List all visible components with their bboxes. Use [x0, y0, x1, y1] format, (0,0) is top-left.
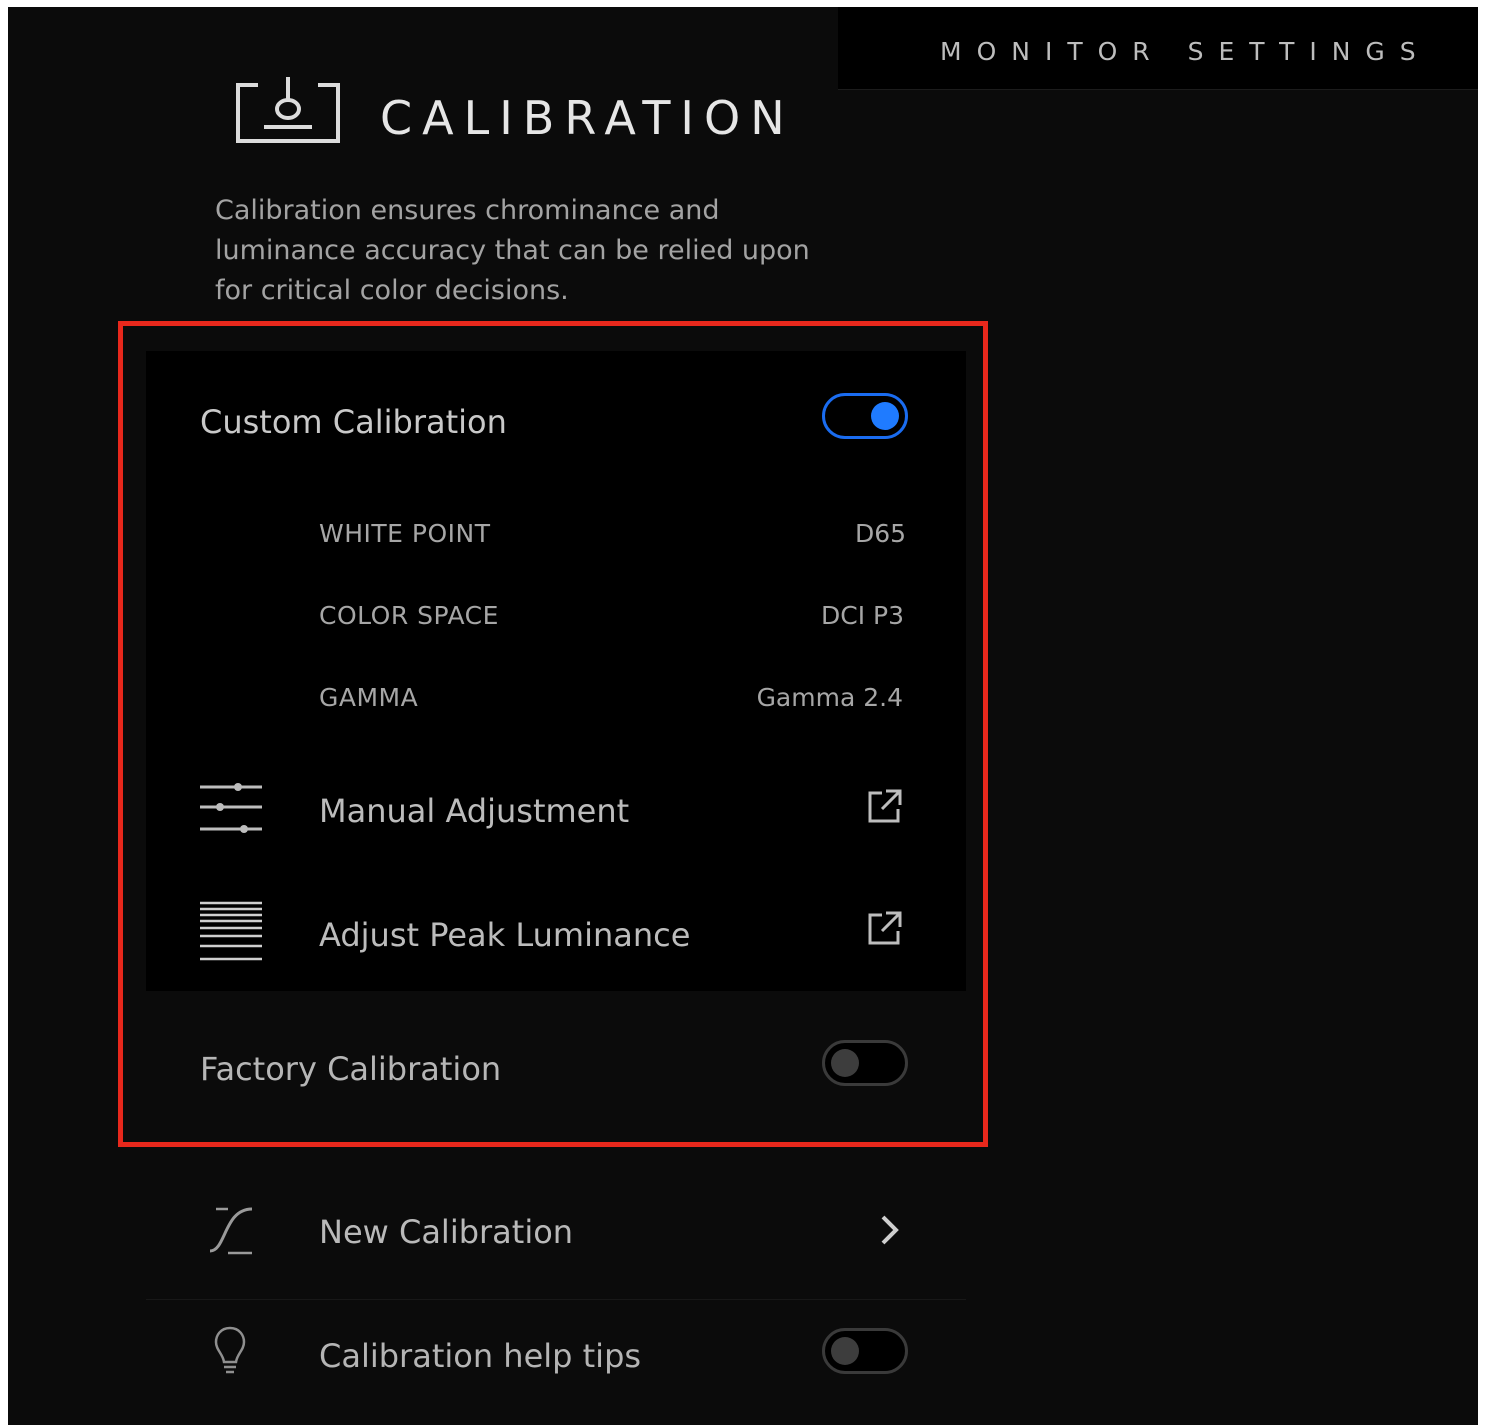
- calibration-icon: [234, 77, 344, 152]
- new-calibration-label[interactable]: New Calibration: [319, 1213, 573, 1251]
- calibration-screen: MONITOR SETTINGS CALIBRATION Calibration…: [8, 7, 1478, 1425]
- lightbulb-icon: [213, 1325, 247, 1384]
- chevron-right-icon[interactable]: [878, 1213, 902, 1252]
- row-divider: [146, 1299, 966, 1300]
- help-tips-label: Calibration help tips: [319, 1337, 642, 1375]
- curve-icon: [208, 1205, 256, 1260]
- header-divider: [838, 89, 1478, 90]
- highlight-frame: [118, 321, 988, 1147]
- page-description: Calibration ensures chrominance and lumi…: [215, 195, 810, 306]
- help-tips-toggle[interactable]: [822, 1328, 908, 1374]
- page-title: CALIBRATION: [380, 91, 795, 145]
- toggle-knob: [831, 1337, 859, 1365]
- section-title: MONITOR SETTINGS: [940, 37, 1431, 66]
